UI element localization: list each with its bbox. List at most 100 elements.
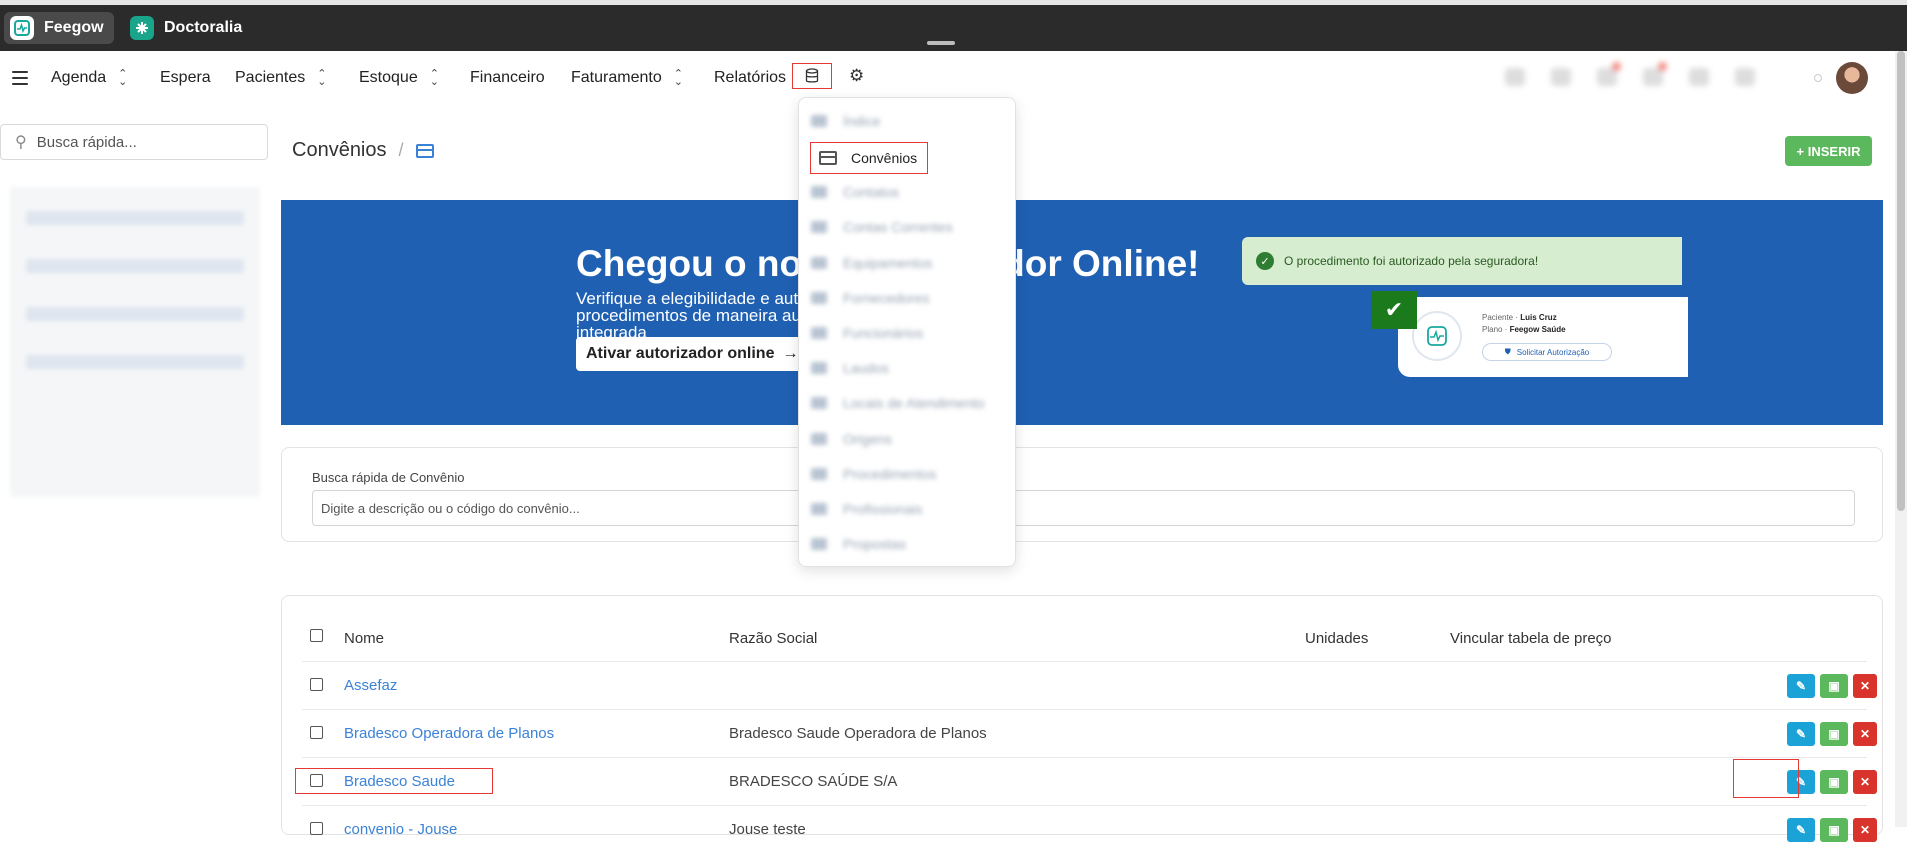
bell-icon[interactable] [1597,62,1621,86]
app-switcher-bar: Feegow Doctoralia [0,0,1907,51]
dropdown-item-blurred[interactable]: Fornecedores [811,287,929,309]
check-mark-icon: ✔ [1371,291,1417,329]
edit-icon[interactable]: ✎ [1787,818,1815,842]
quick-search-label: Busca rápida de Convênio [312,470,465,485]
nav-agenda[interactable]: Agenda ⌃ ⌄ [51,69,127,88]
menu-icon[interactable] [12,71,28,89]
insert-button[interactable]: + INSERIR [1785,136,1872,166]
dropdown-item-blurred[interactable]: Laudos [811,357,889,379]
nav-relatorios-label: Relatórios [714,69,787,86]
gear-icon[interactable]: ⚙ [849,66,864,86]
table-row: Assefaz ✎ ▣ ✕ [302,661,1877,709]
dropdown-item-blurred[interactable]: Locais de Atendimento [811,392,985,414]
money-icon[interactable]: ▣ [1820,770,1848,794]
sidebar: ⚲ Busca rápida... [0,105,270,827]
quick-search-placeholder: Digite a descrição ou o código do convên… [321,500,580,516]
money-icon[interactable]: ▣ [1820,674,1848,698]
database-dropdown-menu: Índice Convênios Contatos Contas Corrent… [798,97,1016,567]
dropdown-item-blurred[interactable]: Contas Correntes [811,216,953,238]
page-title: Convênios [292,139,387,161]
nav-financeiro[interactable]: Financeiro [470,69,545,87]
nav-estoque[interactable]: Estoque ⌃ ⌄ [359,69,439,88]
table-row: Bradesco Saude BRADESCO SAÚDE S/A ✎ ▣ ✕ [302,757,1877,805]
page-scrollbar[interactable] [1895,51,1907,827]
nav-pacientes-label: Pacientes [235,69,306,86]
notification-icon[interactable] [1643,62,1667,86]
money-icon[interactable]: ▣ [1820,818,1848,842]
app-tab-feegow[interactable]: Feegow [4,12,114,44]
dropdown-item-blurred[interactable]: Profissionais [811,498,922,520]
breadcrumb: Convênios / [292,139,434,162]
close-icon[interactable]: ✕ [1853,770,1877,794]
database-icon [805,68,819,83]
quick-search-panel: Busca rápida de Convênio Digite a descri… [281,447,1883,542]
request-authorization-button: ⛊ Solicitar Autorização [1482,343,1612,361]
nav-faturamento-label: Faturamento [571,69,662,86]
chevron-updown-icon: ⌃ ⌄ [317,68,327,88]
row-checkbox[interactable] [310,726,323,739]
dropdown-item-blurred[interactable]: Índice [811,110,880,132]
calendar-icon[interactable] [1735,68,1755,86]
doctoralia-logo-icon [130,16,154,40]
sidebar-search-input[interactable]: ⚲ Busca rápida... [0,124,268,160]
row-name-link[interactable]: convenio - Jouse [344,821,457,838]
sidebar-menu-blurred [10,187,260,497]
window-drag-handle[interactable] [927,41,955,45]
phone-icon[interactable] [1505,68,1525,86]
dropdown-item-blurred[interactable]: Origens [811,428,892,450]
quick-search-input[interactable]: Digite a descrição ou o código do convên… [312,490,1855,526]
status-indicator [1814,74,1822,82]
card-patient-label: Paciente · [1482,313,1521,322]
dropdown-item-blurred[interactable]: Funcionários [811,322,923,344]
column-header-razao-social: Razão Social [729,630,818,647]
column-header-unidades: Unidades [1305,630,1369,647]
dropdown-item-blurred[interactable]: Equipamentos [811,252,933,274]
header-utility-icons [1505,62,1755,86]
dropdown-item-blurred[interactable]: Propostas [811,533,906,555]
shield-icon: ⛊ [1504,347,1511,356]
row-name-link[interactable]: Bradesco Operadora de Planos [344,725,554,742]
close-icon[interactable]: ✕ [1853,722,1877,746]
dropdown-item-blurred[interactable]: Procedimentos [811,463,936,485]
autorizador-banner: Chegou o novo Autorizador Online! Verifi… [281,200,1883,425]
nav-faturamento[interactable]: Faturamento ⌃ ⌄ [571,68,683,88]
nav-estoque-label: Estoque [359,69,418,86]
convenios-table: Nome Razão Social Unidades Vincular tabe… [281,595,1883,842]
feegow-logo-icon [10,16,34,40]
authorization-toast: ✓ O procedimento foi autorizado pela seg… [1242,237,1682,285]
row-checkbox[interactable] [310,822,323,835]
money-icon[interactable]: ▣ [1820,722,1848,746]
authorization-card: Paciente · Luis Cruz Plano · Feegow Saúd… [1398,297,1688,377]
scrollbar-thumb[interactable] [1897,51,1905,511]
select-all-checkbox[interactable] [310,629,323,642]
nav-pacientes[interactable]: Pacientes ⌃ ⌄ [235,68,327,88]
row-checkbox[interactable] [310,678,323,691]
app-tab-doctoralia[interactable]: Doctoralia [124,12,252,44]
card-plan-label: Plano · [1482,325,1510,334]
app-tab-feegow-label: Feegow [44,19,104,36]
nav-relatorios[interactable]: Relatórios [714,69,786,87]
nav-financeiro-label: Financeiro [470,69,545,86]
edit-icon[interactable]: ✎ [1787,722,1815,746]
chat-icon[interactable] [1551,68,1571,86]
nav-agenda-label: Agenda [51,69,107,86]
row-name-link[interactable]: Assefaz [344,677,397,694]
dropdown-item-convenios[interactable]: Convênios [810,142,928,174]
avatar[interactable] [1836,62,1868,94]
database-menu-button[interactable] [792,63,832,89]
nav-espera-label: Espera [160,69,211,86]
dropdown-item-blurred[interactable]: Contatos [811,181,899,203]
close-icon[interactable]: ✕ [1853,818,1877,842]
edit-icon[interactable]: ✎ [1787,674,1815,698]
activate-authorizer-button[interactable]: Ativar autorizador online → [576,337,809,371]
close-icon[interactable]: ✕ [1853,674,1877,698]
highlight-edit-button [1733,759,1799,798]
card-plan-line: Plano · Feegow Saúde [1482,325,1566,334]
mail-icon[interactable] [1689,68,1709,86]
table-row: convenio - Jouse Jouse teste ✎ ▣ ✕ [302,805,1877,853]
chevron-updown-icon: ⌃ ⌄ [673,68,683,88]
check-circle-icon: ✓ [1256,252,1274,270]
row-razao-social: Bradesco Saude Operadora de Planos [729,725,987,742]
column-header-nome: Nome [344,630,385,647]
nav-espera[interactable]: Espera [160,69,211,87]
